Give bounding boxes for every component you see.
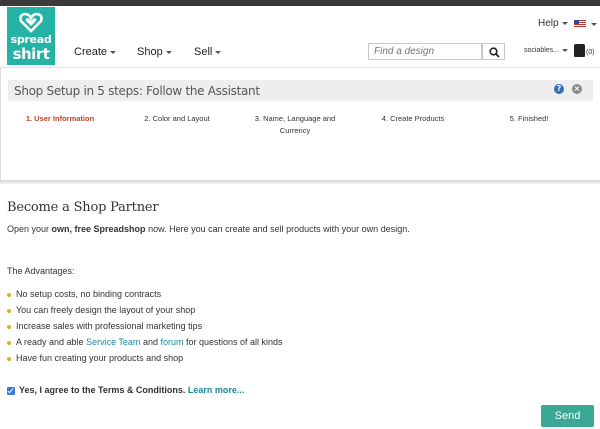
search-icon (489, 47, 500, 58)
advantage-text: No setup costs, no binding contracts (16, 289, 162, 299)
logo-text-bottom: shirt (12, 45, 50, 63)
step-create-products: 4. Create Products (381, 114, 445, 123)
us-flag-icon[interactable] (574, 20, 586, 28)
send-button[interactable]: Send (541, 405, 594, 427)
account-label: sociables... (524, 47, 560, 54)
section-divider (0, 180, 600, 184)
chevron-down-icon (165, 50, 172, 54)
chevron-down-icon (110, 50, 117, 54)
chevron-down-icon (215, 50, 222, 54)
search-button[interactable] (482, 43, 505, 60)
advantage-text: A ready and able (16, 337, 84, 347)
intro-bold: own, free Spreadshop (51, 224, 146, 234)
bullet-icon (7, 292, 11, 297)
page-title: Become a Shop Partner (7, 200, 159, 215)
left-border (0, 68, 1, 184)
account-menu[interactable]: sociables... (524, 47, 569, 54)
cart-count: (0) (586, 49, 595, 56)
bullet-icon (7, 340, 11, 345)
terms-label: Yes, I agree to the Terms & Conditions. (19, 385, 186, 395)
help-icon[interactable]: ? (554, 84, 564, 94)
chevron-down-icon[interactable] (591, 23, 597, 26)
help-label: Help (538, 18, 559, 29)
terms-agreement: Yes, I agree to the Terms & Conditions. … (7, 385, 244, 395)
learn-more-link[interactable]: Learn more... (188, 385, 245, 395)
step-name-language-currency: 3. Name, Language and Currency (254, 114, 336, 135)
nav-label: Create (74, 46, 108, 58)
assistant-bar: Shop Setup in 5 steps: Follow the Assist… (8, 80, 593, 101)
list-item: Increase sales with professional marketi… (7, 321, 202, 331)
advantage-text-mid: and (140, 337, 161, 347)
advantage-text: Increase sales with professional marketi… (16, 321, 203, 331)
terms-checkbox[interactable] (7, 386, 15, 395)
bullet-icon (7, 308, 11, 313)
header: spread shirt Help Create Shop Sell socia… (0, 6, 600, 68)
step-finished: 5. Finished! (509, 114, 549, 123)
intro-pre: Open your (7, 224, 52, 234)
nav-sell[interactable]: Sell (194, 46, 222, 58)
step-color-and-layout: 2. Color and Layout (144, 114, 210, 123)
forum-link[interactable]: forum (160, 337, 183, 347)
nav-shop[interactable]: Shop (137, 46, 172, 58)
list-item: No setup costs, no binding contracts (7, 289, 161, 299)
step-user-information: 1. User Information (25, 114, 95, 123)
list-item: A ready and able Service Team and forum … (7, 337, 283, 347)
intro-text: Open your own, free Spreadshop now. Here… (7, 224, 410, 234)
chevron-down-icon (561, 21, 568, 25)
nav-label: Shop (137, 46, 163, 58)
advantage-text: You can freely design the layout of your… (16, 305, 196, 315)
help-menu[interactable]: Help (538, 18, 568, 29)
intro-post: now. Here you can create and sell produc… (145, 224, 410, 234)
advantage-text-post: for questions of all kinds (183, 337, 283, 347)
nav-create[interactable]: Create (74, 46, 117, 58)
search-input[interactable] (368, 43, 482, 60)
assistant-title: Shop Setup in 5 steps: Follow the Assist… (14, 84, 260, 98)
bullet-icon (7, 356, 11, 361)
cart-icon[interactable] (574, 44, 585, 57)
logo[interactable]: spread shirt (7, 7, 55, 65)
nav-label: Sell (194, 46, 213, 58)
advantages-heading: The Advantages: (7, 266, 75, 276)
chevron-down-icon (562, 48, 569, 52)
close-icon[interactable]: × (572, 84, 582, 94)
service-team-link[interactable]: Service Team (86, 337, 140, 347)
advantage-text: Have fun creating your products and shop (16, 353, 184, 363)
bullet-icon (7, 324, 11, 329)
heart-logo-icon (19, 12, 43, 33)
list-item: You can freely design the layout of your… (7, 305, 195, 315)
list-item: Have fun creating your products and shop (7, 353, 183, 363)
